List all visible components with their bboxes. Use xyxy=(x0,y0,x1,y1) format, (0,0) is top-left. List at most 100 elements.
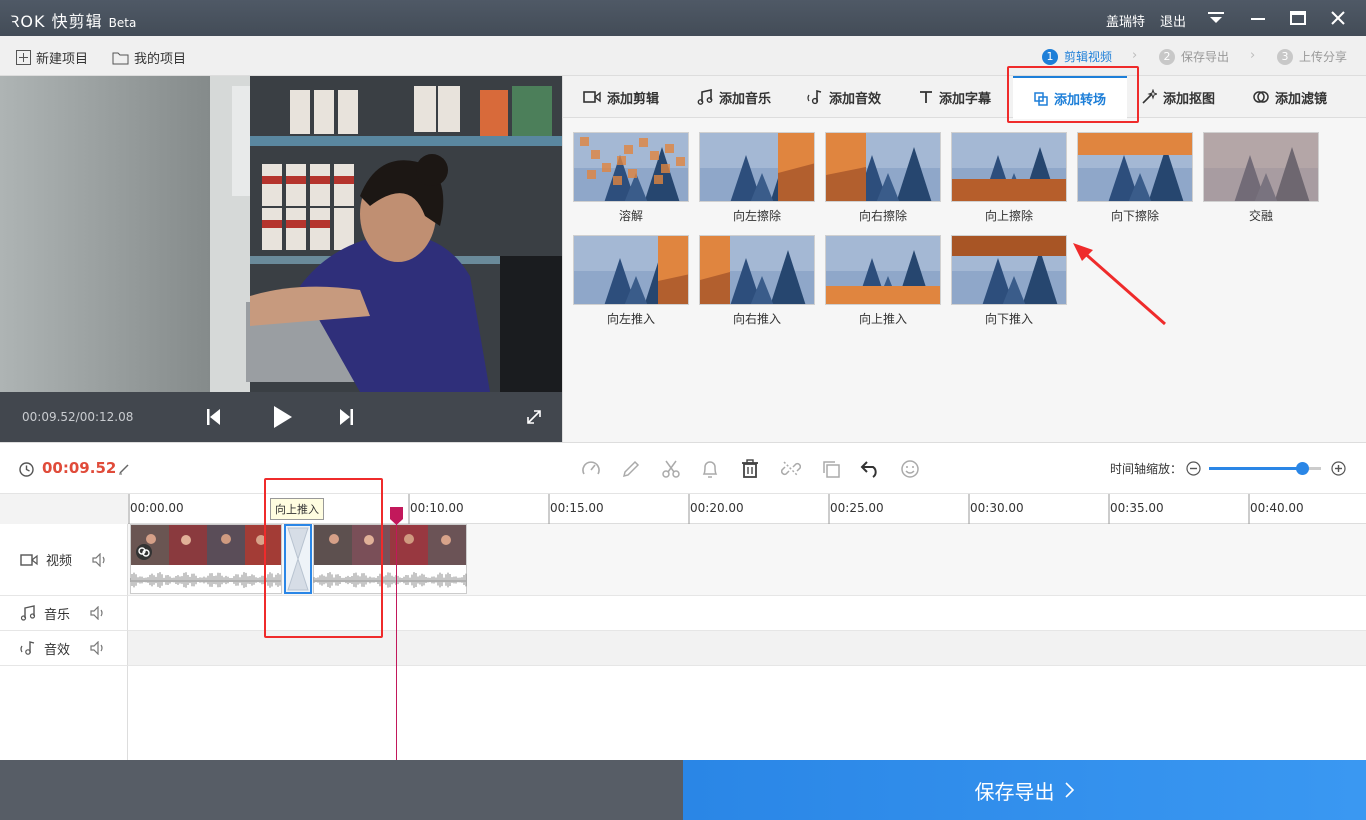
ruler-label: 00:20.00 xyxy=(690,501,744,515)
ruler-label: 00:30.00 xyxy=(970,501,1024,515)
menu-dropdown-icon[interactable] xyxy=(1204,6,1228,30)
music-track-header: 音乐 xyxy=(0,596,128,631)
chevron-right-icon: › xyxy=(1250,48,1256,63)
export-label: 保存导出 xyxy=(974,779,1055,804)
close-icon[interactable] xyxy=(1326,6,1350,30)
wipe-right-transition[interactable]: 向右擦除 xyxy=(825,132,941,224)
my-projects-label: 我的项目 xyxy=(134,52,187,67)
minimize-icon[interactable] xyxy=(1246,6,1270,30)
bell-icon[interactable] xyxy=(699,458,721,480)
export-button[interactable]: 保存导出 xyxy=(683,760,1366,820)
play-button[interactable] xyxy=(268,402,298,432)
wipe-left-transition[interactable]: 向左擦除 xyxy=(699,132,815,224)
previous-frame-button[interactable] xyxy=(201,404,227,430)
clock-icon xyxy=(19,462,34,477)
push-left-transition[interactable]: 向左推入 xyxy=(573,235,689,327)
transition-thumbnail xyxy=(1077,132,1193,202)
ruler-label: 00:15.00 xyxy=(550,501,604,515)
step-number: 2 xyxy=(1159,48,1175,65)
step-number: 1 xyxy=(1042,48,1058,65)
logo-mark: ꝚOK xyxy=(10,12,52,31)
music-track-label: 音乐 xyxy=(44,607,71,623)
zoom-slider-track[interactable] xyxy=(1209,462,1321,475)
player-controls: 00:09.52/00:12.08 xyxy=(0,392,562,442)
new-project-button[interactable]: 新建项目 xyxy=(16,48,88,67)
skip-forward-icon xyxy=(340,409,353,425)
video-track-label: 视频 xyxy=(46,554,73,569)
ruler-label: 00:00.00 xyxy=(130,501,184,515)
sfx-track-header: 音效 xyxy=(0,631,128,666)
transition-label: 向右擦除 xyxy=(858,209,907,223)
link-clip-icon[interactable] xyxy=(135,543,153,561)
push-up-transition[interactable]: 向上推入 xyxy=(825,235,941,327)
menu-bar: 新建项目 我的项目 1 剪辑视频 › 2 保存导出 › 3 上传分享 xyxy=(0,36,1366,76)
sound-effect-icon xyxy=(20,641,35,655)
play-icon xyxy=(274,406,292,428)
pencil-icon[interactable] xyxy=(620,458,642,480)
zoom-out-icon[interactable] xyxy=(1186,461,1201,476)
expand-icon xyxy=(527,410,541,424)
playhead-handle[interactable] xyxy=(390,507,403,525)
empty-track-header xyxy=(0,666,128,760)
step-label: 剪辑视频 xyxy=(1064,50,1113,64)
transition-thumbnail xyxy=(699,235,815,305)
step-save[interactable]: 2 保存导出 xyxy=(1159,48,1229,65)
transition-thumbnail xyxy=(573,132,689,202)
transition-label: 向左擦除 xyxy=(732,209,781,223)
zoom-in-icon[interactable] xyxy=(1331,461,1346,476)
sfx-track-label: 音效 xyxy=(44,642,71,658)
chevron-right-icon: › xyxy=(1132,48,1138,63)
preview-frame-image xyxy=(0,76,562,392)
zoom-slider-handle[interactable] xyxy=(1295,462,1309,475)
unlink-icon[interactable] xyxy=(780,458,802,480)
volume-icon[interactable] xyxy=(92,552,108,567)
push-down-transition[interactable]: 向下推入 xyxy=(951,235,1067,327)
volume-icon[interactable] xyxy=(90,641,106,655)
step-label: 上传分享 xyxy=(1299,50,1348,64)
undo-icon[interactable] xyxy=(859,458,881,480)
folder-icon xyxy=(112,52,129,64)
new-project-label: 新建项目 xyxy=(36,52,89,67)
transition-label: 向上推入 xyxy=(858,312,907,326)
sticker-icon[interactable] xyxy=(899,458,921,480)
plus-box-icon xyxy=(16,50,31,65)
trash-icon[interactable] xyxy=(739,458,761,480)
playhead-line xyxy=(396,524,397,760)
copy-icon[interactable] xyxy=(820,458,842,480)
blend-transition[interactable]: 交融 xyxy=(1203,132,1319,224)
music-note-icon xyxy=(20,605,36,621)
app-edition: Beta xyxy=(108,16,137,30)
ruler-label: 00:25.00 xyxy=(830,501,884,515)
wipe-up-transition[interactable]: 向上擦除 xyxy=(951,132,1067,224)
logout-link[interactable]: 退出 xyxy=(1160,11,1186,30)
app-title: 快剪辑 xyxy=(51,12,103,31)
video-track-header: 视频 xyxy=(0,524,128,596)
transition-label: 交融 xyxy=(1248,209,1273,223)
transition-label: 溶解 xyxy=(618,209,643,223)
dissolve-transition[interactable]: 溶解 xyxy=(573,132,689,224)
wipe-down-transition[interactable]: 向下擦除 xyxy=(1077,132,1193,224)
title-bar: ꝚOK 快剪辑 Beta 盖瑞特 退出 xyxy=(0,0,1366,36)
user-name[interactable]: 盖瑞特 xyxy=(1106,11,1145,30)
push-right-transition[interactable]: 向右推入 xyxy=(699,235,815,327)
transition-label: 向上擦除 xyxy=(984,209,1033,223)
my-projects-button[interactable]: 我的项目 xyxy=(112,48,186,67)
video-preview xyxy=(0,76,562,392)
next-frame-button[interactable] xyxy=(333,404,359,430)
scissors-icon[interactable] xyxy=(660,458,682,480)
speed-icon[interactable] xyxy=(580,458,602,480)
tooltip: 向上推入 xyxy=(270,498,324,520)
ruler-label: 00:10.00 xyxy=(410,501,464,515)
assets-panel: 添加剪辑 添加音乐 添加音效 添加字幕 添加转场 添加抠图 添加滤镜 溶解 向左擦… xyxy=(562,66,1366,442)
edit-time-icon[interactable] xyxy=(118,463,130,475)
skip-back-icon xyxy=(207,409,220,425)
player-timecode: 00:09.52/00:12.08 xyxy=(22,410,134,424)
maximize-icon[interactable] xyxy=(1286,6,1310,30)
ruler-label: 00:40.00 xyxy=(1250,501,1304,515)
transition-thumbnail xyxy=(699,132,815,202)
step-share[interactable]: 3 上传分享 xyxy=(1277,48,1347,65)
volume-icon[interactable] xyxy=(90,606,106,620)
transition-thumbnail xyxy=(1203,132,1319,202)
fullscreen-button[interactable] xyxy=(521,404,547,430)
step-edit[interactable]: 1 剪辑视频 xyxy=(1042,48,1112,65)
